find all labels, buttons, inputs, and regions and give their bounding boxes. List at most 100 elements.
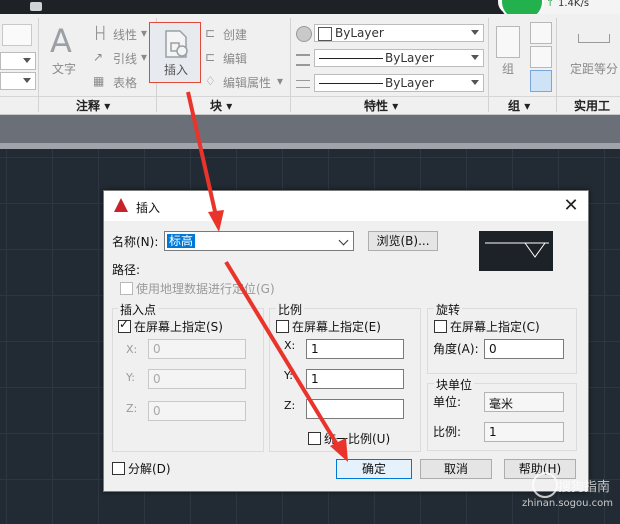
scale-specify-checkbox[interactable] (276, 320, 289, 333)
lineweight-icon[interactable] (296, 80, 310, 88)
ok-button[interactable]: 确定 (336, 459, 412, 479)
insertion-specify-label: 在屏幕上指定(S) (134, 320, 223, 334)
linetype-value: ByLayer (385, 51, 434, 65)
color-swatch-icon (318, 27, 332, 41)
name-label: 名称(N): (112, 235, 159, 249)
insertion-y-label: Y: (126, 371, 135, 384)
block-name-combo[interactable]: 标高 (164, 231, 354, 251)
scale-z-label: Z: (284, 399, 296, 412)
lineweight-value: ByLayer (385, 76, 434, 90)
angle-input[interactable]: 0 (484, 339, 564, 359)
unit-value: 毫米 (484, 392, 564, 412)
close-icon[interactable]: ✕ (560, 195, 582, 217)
upload-arrow-icon: ↑ (546, 0, 555, 9)
group-edit-icon[interactable] (530, 46, 552, 68)
scale-x-input[interactable]: 1 (306, 339, 404, 359)
edit-block-icon[interactable]: ⊏ (205, 50, 215, 64)
panel-separator (488, 18, 489, 112)
rotation-specify-label: 在屏幕上指定(C) (450, 320, 540, 334)
factor-value: 1 (484, 422, 564, 442)
annotation-panel-label[interactable]: 注释 ▾ (76, 97, 110, 114)
ribbon: A 文字 ├┤ 线性 ↗ 引线 ▦ 表格 ▾ ▾ 注释 ▾ 插入 ⊏ 创建 ⊏ … (0, 14, 620, 130)
leader-button[interactable]: 引线 (113, 50, 137, 67)
panel-separator (38, 18, 39, 112)
measure-button[interactable]: 定距等分 (570, 60, 618, 77)
group-panel-label[interactable]: 组 ▾ (508, 97, 530, 114)
browse-button[interactable]: 浏览(B)... (368, 231, 438, 251)
lineweight-combo[interactable]: ByLayer (314, 74, 484, 92)
group-icon[interactable] (496, 26, 520, 58)
linear-dim-button[interactable]: 线性 (113, 26, 137, 43)
block-preview (479, 231, 553, 271)
color-value: ByLayer (335, 26, 384, 40)
insertion-x-input[interactable]: 0 (148, 339, 246, 359)
ungroup-icon[interactable] (530, 22, 552, 44)
edit-attributes-button[interactable]: 编辑属性 (223, 74, 271, 91)
properties-panel-label[interactable]: 特性 ▾ (364, 97, 398, 114)
linear-dim-icon[interactable]: ├┤ (93, 26, 107, 40)
quick-access-icon[interactable] (30, 2, 42, 11)
insert-dialog: 插入 ✕ 名称(N): 标高 浏览(B)... 路径: 使用地理数据进行定位(G… (103, 190, 589, 492)
insertion-x-label: X: (126, 343, 138, 356)
linetype-combo[interactable]: ByLayer (314, 49, 484, 67)
left-combo-2[interactable] (0, 72, 36, 90)
sogou-logo-icon (532, 472, 558, 498)
insertion-specify-checkbox[interactable] (118, 317, 131, 333)
watermark: 搜狗指南 zhinan.sogou.com (510, 468, 620, 524)
watermark-brand: 搜狗指南 (558, 480, 611, 495)
scale-specify-label: 在屏幕上指定(E) (292, 320, 381, 334)
insertion-point-title: 插入点 (118, 301, 159, 318)
dialog-title: 插入 (136, 201, 161, 215)
leader-icon[interactable]: ↗ (93, 50, 103, 64)
table-icon[interactable]: ▦ (93, 74, 104, 88)
panel-separator (290, 18, 291, 112)
create-block-icon[interactable]: ⊏ (205, 26, 215, 40)
uniform-scale-label: 统一比例(U) (324, 432, 391, 446)
table-button[interactable]: 表格 (113, 74, 137, 91)
dialog-titlebar[interactable]: 插入 ✕ (104, 191, 588, 221)
scale-y-label: Y: (284, 369, 293, 382)
factor-label: 比例: (433, 425, 462, 439)
elevation-symbol-icon (485, 242, 549, 258)
color-combo[interactable]: ByLayer (314, 24, 484, 42)
block-panel-label[interactable]: 块 ▾ (210, 97, 232, 114)
text-tool-icon[interactable]: A (50, 22, 72, 60)
network-speed-badge: ↑ 1.4K/s (498, 0, 620, 22)
panel-separator (556, 18, 557, 112)
unit-label: 单位: (433, 395, 462, 409)
insert-block-button[interactable]: 插入 (149, 22, 201, 83)
scale-x-label: X: (284, 339, 296, 352)
network-speed: 1.4K/s (558, 0, 590, 9)
left-combo-1[interactable] (0, 52, 36, 70)
insertion-y-input[interactable]: 0 (148, 369, 246, 389)
rotation-specify-checkbox[interactable] (434, 320, 447, 333)
draw-tool-icon[interactable] (2, 24, 32, 46)
edit-block-button[interactable]: 编辑 (223, 50, 247, 67)
match-properties-icon[interactable] (296, 26, 312, 42)
measure-icon[interactable] (578, 34, 610, 43)
linetype-icon[interactable] (296, 54, 310, 66)
create-block-button[interactable]: 创建 (223, 26, 247, 43)
uniform-scale-checkbox[interactable] (308, 432, 321, 445)
scale-z-input[interactable] (306, 399, 404, 419)
text-tool-label[interactable]: 文字 (52, 60, 76, 77)
block-unit-title: 块单位 (434, 376, 475, 393)
geo-label: 使用地理数据进行定位(G) (136, 282, 275, 296)
angle-label: 角度(A): (433, 342, 479, 356)
insertion-z-input[interactable]: 0 (148, 401, 246, 421)
tab-bar (0, 115, 620, 143)
edit-attributes-dropdown-icon[interactable]: ▾ (277, 74, 283, 88)
scale-title: 比例 (276, 301, 305, 318)
edit-attributes-icon[interactable]: ♢ (205, 74, 216, 88)
group-button[interactable]: 组 (502, 60, 514, 77)
scale-y-input[interactable]: 1 (306, 369, 404, 389)
group-selection-icon[interactable] (530, 70, 552, 92)
path-label: 路径: (112, 263, 141, 277)
linear-dropdown-icon[interactable]: ▾ (141, 26, 147, 40)
leader-dropdown-icon[interactable]: ▾ (141, 50, 147, 64)
insert-block-label: 插入 (164, 63, 189, 77)
explode-checkbox[interactable] (112, 462, 125, 475)
watermark-url: zhinan.sogou.com (522, 498, 614, 509)
cancel-button[interactable]: 取消 (420, 459, 492, 479)
geo-checkbox[interactable] (120, 282, 133, 295)
